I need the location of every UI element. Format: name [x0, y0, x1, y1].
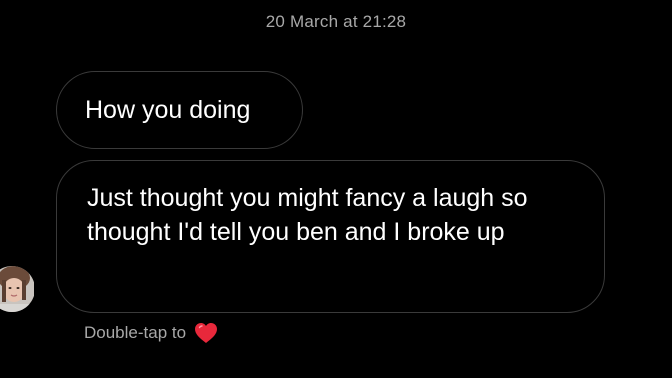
double-tap-label: Double-tap to [84, 323, 187, 342]
message-bubble[interactable]: How you doing [56, 71, 303, 149]
message-text: Just thought you might fancy a laugh so … [87, 184, 528, 246]
heart-icon[interactable] [194, 322, 218, 344]
message-timestamp: 20 March at 21:28 [265, 12, 407, 31]
avatar-image [0, 266, 34, 312]
message-text: How you doing [85, 96, 251, 124]
message-bubble[interactable]: Just thought you might fancy a laugh so … [56, 160, 605, 313]
double-tap-hint: Double-tap to [84, 320, 218, 346]
avatar[interactable] [0, 264, 34, 314]
